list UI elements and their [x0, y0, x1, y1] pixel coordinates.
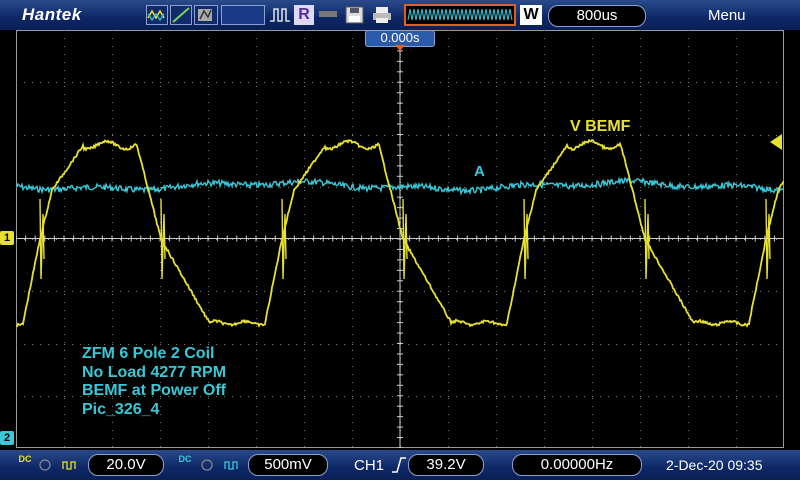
waveform-display-icon[interactable]: [146, 5, 168, 25]
ch2-scale-readout[interactable]: 500mV: [248, 454, 328, 476]
note-line: Pic_326_4: [82, 400, 160, 418]
vector-mode-icon[interactable]: [170, 5, 192, 25]
ch1-spike: [402, 198, 408, 280]
trigger-position-marker: [395, 45, 405, 51]
note-line: BEMF at Power Off: [82, 382, 227, 399]
ch1-spike: [765, 198, 771, 280]
print-icon[interactable]: [372, 6, 392, 29]
trigger-level-marker[interactable]: [770, 134, 782, 150]
ch1-spike: [644, 198, 650, 280]
ch2-trace-label: A: [474, 163, 485, 180]
brand-logo: Hantek: [22, 5, 82, 24]
run-state-indicator[interactable]: R: [294, 5, 314, 25]
top-toolbar: Hantek R W 800us Menu: [0, 0, 800, 30]
persistence-icon[interactable]: [194, 5, 218, 25]
acquisition-mode-label[interactable]: W: [520, 5, 542, 25]
note-line: ZFM 6 Pole 2 Coil: [82, 345, 215, 362]
annotation-note: ZFM 6 Pole 2 Coil No Load 4277 RPM BEMF …: [82, 345, 226, 419]
ch2-coupling-label[interactable]: DC: [176, 454, 194, 474]
ch1-scale-readout[interactable]: 20.0V: [88, 454, 164, 476]
trigger-slope-rising-icon: [391, 456, 407, 479]
trigger-level-readout[interactable]: 39.2V: [408, 454, 484, 476]
ch2-probe-icon: [224, 458, 244, 476]
ch1-spike: [160, 198, 166, 280]
ch1-zero-marker[interactable]: 1: [0, 231, 14, 245]
ch2-zero-marker[interactable]: 2: [0, 431, 14, 445]
datetime-readout: 2-Dec-20 09:35: [666, 457, 763, 473]
menu-button[interactable]: Menu: [708, 7, 746, 24]
memory-depth-waveform: [404, 4, 516, 26]
bottom-status-bar: DC 20.0V DC 500mV CH1 39.2V 0.00000Hz 2-…: [0, 450, 800, 480]
ch1-probe-icon: [62, 458, 82, 476]
ch1-trace-label: V BEMF: [570, 118, 631, 135]
usb-icon: [319, 11, 337, 17]
note-line: No Load 4277 RPM: [82, 363, 227, 381]
trigger-source-label[interactable]: CH1: [354, 457, 384, 474]
trigger-edge-icon: [269, 6, 291, 29]
ch2-bandwidth-icon: [200, 458, 214, 476]
frequency-readout: 0.00000Hz: [512, 454, 642, 476]
ch1-spike: [281, 198, 287, 280]
timebase-readout[interactable]: 800us: [548, 5, 646, 27]
save-disk-icon[interactable]: [345, 6, 365, 29]
ch1-coupling-label[interactable]: DC: [16, 454, 34, 474]
ch1-bandwidth-icon: [38, 458, 52, 476]
ch1-spike: [39, 198, 45, 280]
status-blank-panel: [221, 5, 265, 25]
ch1-spike: [523, 198, 529, 280]
